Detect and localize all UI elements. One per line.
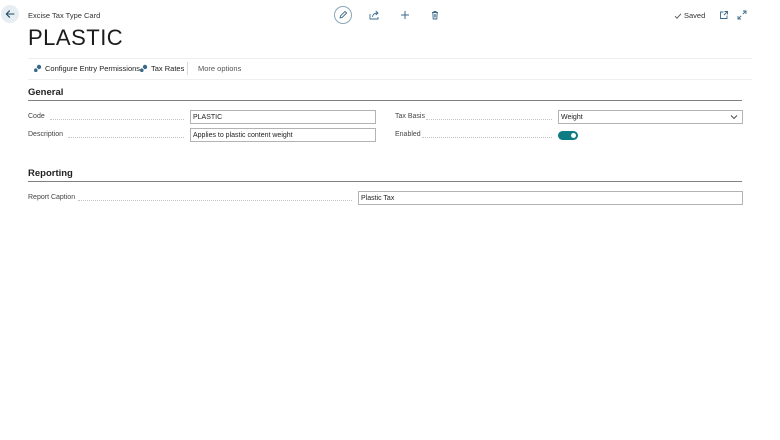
tax-basis-dots [426,119,552,120]
description-dots [68,137,184,138]
reporting-section-divider [28,181,742,182]
description-label: Description [28,131,64,138]
enabled-label: Enabled [395,131,421,138]
share-button[interactable] [365,6,383,24]
general-section-title[interactable]: General [28,87,63,98]
tax-rates-action[interactable]: Tax Rates [139,64,184,73]
saved-status: Saved [674,11,705,20]
tax-rates-label: Tax Rates [151,64,185,73]
toggle-knob [571,133,576,138]
open-new-window-button[interactable] [715,6,733,24]
edit-button[interactable] [334,6,352,24]
enabled-dots [422,137,552,138]
open-in-new-window-icon [720,11,728,19]
new-button[interactable] [396,6,414,24]
more-options-action[interactable]: More options [198,64,241,73]
code-field[interactable]: PLASTIC [190,110,376,124]
back-button[interactable] [1,5,19,23]
configure-permissions-action[interactable]: Configure Entry Permissions [33,64,140,73]
plus-icon [401,11,409,19]
pencil-icon [339,10,348,19]
record-title: PLASTIC [28,25,124,50]
more-options-label: More options [198,64,242,73]
report-caption-dots [78,200,352,201]
description-field[interactable]: Applies to plastic content weight [190,128,376,142]
action-link-icon [140,64,148,72]
chevron-down-icon [730,115,738,120]
share-icon [369,10,378,20]
checkmark-icon [674,12,682,19]
tax-basis-value: Weight [561,114,583,121]
action-bar: Configure Entry Permissions Tax Rates Mo… [28,58,752,80]
expand-icon [737,10,747,20]
tax-basis-select[interactable]: Weight [558,110,743,124]
reporting-section-title[interactable]: Reporting [28,168,73,179]
enabled-toggle[interactable] [558,131,578,140]
report-caption-label: Report Caption [28,194,76,201]
saved-label: Saved [684,11,706,20]
page-caption: Excise Tax Type Card [28,11,101,20]
delete-button[interactable] [426,6,444,24]
report-caption-field[interactable]: Plastic Tax [358,191,743,205]
expand-button[interactable] [733,6,751,24]
action-link-icon [34,64,42,72]
back-arrow-icon [5,10,15,18]
action-separator [187,62,188,75]
configure-permissions-label: Configure Entry Permissions [45,64,141,73]
general-section-divider [28,100,742,101]
tax-basis-label: Tax Basis [395,113,425,120]
trash-icon [432,11,438,20]
code-label: Code [28,113,45,120]
code-dots [50,119,184,120]
